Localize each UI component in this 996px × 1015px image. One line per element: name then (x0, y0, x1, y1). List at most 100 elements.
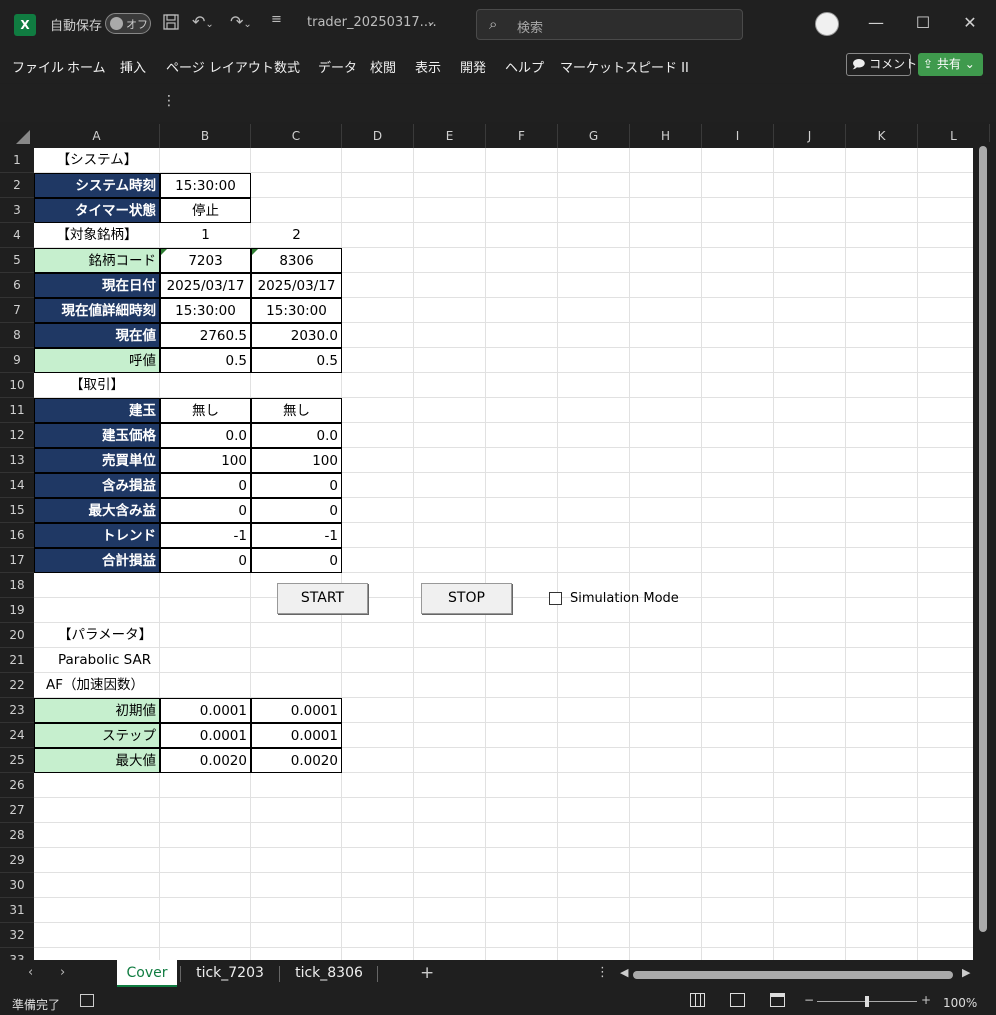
row-header-12[interactable]: 12 (0, 423, 34, 448)
row-header-29[interactable]: 29 (0, 848, 34, 873)
tab-tick-8306[interactable]: tick_8306 (287, 960, 371, 987)
menu-data[interactable]: データ (318, 57, 357, 76)
row-header-15[interactable]: 15 (0, 498, 34, 523)
zoom-level[interactable]: 100% (943, 996, 977, 1010)
prev-sheet-icon[interactable]: ‹ (28, 965, 33, 980)
page-break-view-icon[interactable] (770, 993, 785, 1007)
column-header-c[interactable]: C (251, 124, 342, 148)
cell-b11[interactable]: 無し (160, 398, 251, 423)
row-header-5[interactable]: 5 (0, 248, 34, 273)
cell-c12[interactable]: 0.0 (251, 423, 342, 448)
horizontal-scroll-thumb[interactable] (633, 971, 953, 979)
cell-a10[interactable]: 【取引】 (34, 373, 160, 398)
horizontal-scrollbar[interactable]: ◀ ▶ (620, 966, 974, 981)
row-header-10[interactable]: 10 (0, 373, 34, 398)
cell-b23[interactable]: 0.0001 (160, 698, 251, 723)
more-sheets-icon[interactable]: ⋮ (596, 965, 609, 980)
cell-c16[interactable]: -1 (251, 523, 342, 548)
column-header-j[interactable]: J (774, 124, 846, 148)
scroll-left-icon[interactable]: ◀ (620, 966, 628, 979)
select-all-button[interactable] (0, 124, 34, 148)
menu-view[interactable]: 表示 (415, 57, 441, 76)
row-header-13[interactable]: 13 (0, 448, 34, 473)
row-header-18[interactable]: 18 (0, 573, 34, 598)
cell-b9[interactable]: 0.5 (160, 348, 251, 373)
accessibility-icon[interactable] (80, 994, 94, 1007)
menu-home[interactable]: ホーム (67, 57, 106, 76)
cell-b8[interactable]: 2760.5 (160, 323, 251, 348)
cell-a15[interactable]: 最大含み益 (34, 498, 160, 523)
cell-a16[interactable]: トレンド (34, 523, 160, 548)
cell-c14[interactable]: 0 (251, 473, 342, 498)
autosave-toggle[interactable]: オフ (105, 13, 151, 34)
cell-b12[interactable]: 0.0 (160, 423, 251, 448)
cell-a12[interactable]: 建玉価格 (34, 423, 160, 448)
cell-c24[interactable]: 0.0001 (251, 723, 342, 748)
cell-a22[interactable]: AF（加速因数） (34, 673, 174, 698)
share-button[interactable]: ⇪ 共有 ⌄ (918, 53, 983, 76)
cell-b17[interactable]: 0 (160, 548, 251, 573)
cell-c23[interactable]: 0.0001 (251, 698, 342, 723)
row-header-9[interactable]: 9 (0, 348, 34, 373)
cell-a25[interactable]: 最大値 (34, 748, 160, 773)
row-header-27[interactable]: 27 (0, 798, 34, 823)
cell-b15[interactable]: 0 (160, 498, 251, 523)
file-name[interactable]: trader_20250317.… (307, 15, 437, 30)
column-header-d[interactable]: D (342, 124, 414, 148)
next-sheet-icon[interactable]: › (60, 965, 65, 980)
cell-c4[interactable]: 2 (251, 223, 342, 248)
cell-a11[interactable]: 建玉 (34, 398, 160, 423)
cell-a24[interactable]: ステップ (34, 723, 160, 748)
cell-a6[interactable]: 現在日付 (34, 273, 160, 298)
cell-a9[interactable]: 呼値 (34, 348, 160, 373)
more-options-icon[interactable]: ⋮ (162, 93, 176, 109)
tab-tick-7203[interactable]: tick_7203 (188, 960, 272, 987)
cell-a13[interactable]: 売買単位 (34, 448, 160, 473)
column-header-a[interactable]: A (34, 124, 160, 148)
vertical-scrollbar[interactable] (976, 142, 992, 960)
cell-a23[interactable]: 初期値 (34, 698, 160, 723)
row-header-4[interactable]: 4 (0, 223, 34, 248)
redo-icon[interactable]: ↷⌄ (230, 12, 252, 31)
stop-button[interactable]: STOP (421, 583, 512, 614)
cell-c9[interactable]: 0.5 (251, 348, 342, 373)
normal-view-icon[interactable] (690, 993, 705, 1007)
row-header-23[interactable]: 23 (0, 698, 34, 723)
cell-a7[interactable]: 現在値詳細時刻 (34, 298, 160, 323)
row-header-24[interactable]: 24 (0, 723, 34, 748)
menu-insert[interactable]: 挿入 (120, 57, 146, 76)
avatar[interactable] (815, 12, 839, 36)
row-header-14[interactable]: 14 (0, 473, 34, 498)
cell-a3[interactable]: タイマー状態 (34, 198, 160, 223)
row-header-11[interactable]: 11 (0, 398, 34, 423)
minimize-icon[interactable]: — (864, 10, 888, 36)
customize-toolbar-icon[interactable]: ≡ (271, 12, 282, 27)
cell-b3[interactable]: 停止 (160, 198, 251, 223)
cell-c25[interactable]: 0.0020 (251, 748, 342, 773)
row-header-32[interactable]: 32 (0, 923, 34, 948)
cell-c5[interactable]: 8306 (251, 248, 342, 273)
cell-a4[interactable]: 【対象銘柄】 (34, 223, 160, 248)
menu-review[interactable]: 校閲 (370, 57, 396, 76)
row-header-16[interactable]: 16 (0, 523, 34, 548)
menu-marketspeed[interactable]: マーケットスピード II (560, 57, 689, 76)
cell-b5[interactable]: 7203 (160, 248, 251, 273)
search-box[interactable]: ⌕ 検索 (476, 9, 743, 40)
simulation-mode-checkbox[interactable] (549, 592, 562, 605)
close-icon[interactable]: ✕ (958, 10, 982, 36)
row-header-30[interactable]: 30 (0, 873, 34, 898)
row-header-31[interactable]: 31 (0, 898, 34, 923)
cell-b6[interactable]: 2025/03/17 (160, 273, 251, 298)
cell-c7[interactable]: 15:30:00 (251, 298, 342, 323)
menu-file[interactable]: ファイル (12, 57, 64, 76)
maximize-icon[interactable]: ☐ (911, 10, 935, 36)
page-layout-view-icon[interactable] (730, 993, 745, 1007)
vertical-scroll-thumb[interactable] (979, 146, 987, 932)
add-sheet-icon[interactable]: + (420, 963, 434, 983)
cell-a8[interactable]: 現在値 (34, 323, 160, 348)
scroll-right-icon[interactable]: ▶ (962, 966, 970, 979)
menu-developer[interactable]: 開発 (460, 57, 486, 76)
undo-icon[interactable]: ↶⌄ (192, 12, 214, 31)
column-header-h[interactable]: H (630, 124, 702, 148)
row-header-2[interactable]: 2 (0, 173, 34, 198)
